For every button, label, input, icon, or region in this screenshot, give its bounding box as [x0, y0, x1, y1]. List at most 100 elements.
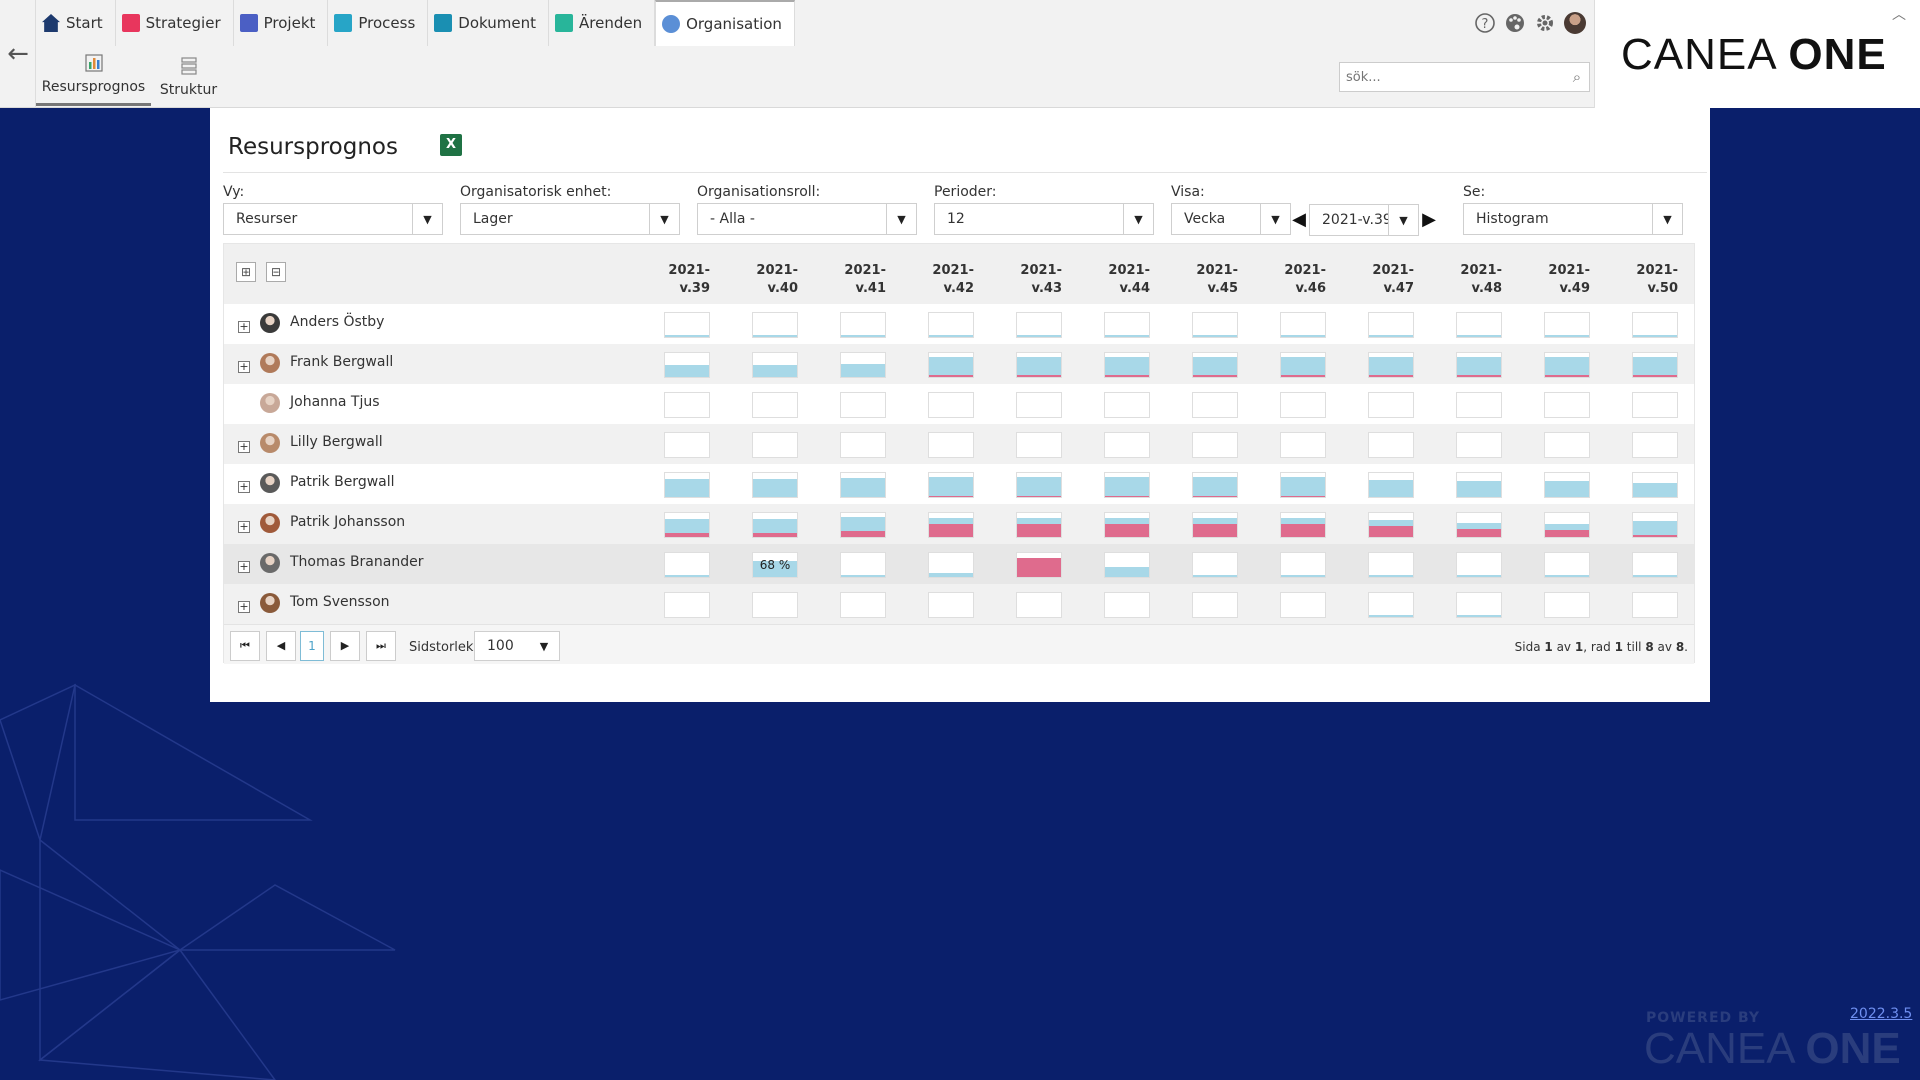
expand-row-icon[interactable]: +	[238, 521, 250, 533]
histogram-cell[interactable]	[752, 392, 798, 418]
resource-name[interactable]: Patrik Johansson	[290, 514, 405, 530]
histogram-cell[interactable]	[928, 472, 974, 498]
histogram-cell[interactable]	[1192, 512, 1238, 538]
resource-name[interactable]: Johanna Tjus	[290, 394, 380, 410]
tab-start[interactable]: Start	[36, 0, 116, 46]
resource-name[interactable]: Frank Bergwall	[290, 354, 393, 370]
last-page-button[interactable]: ⏭	[366, 631, 396, 661]
histogram-cell[interactable]	[1104, 512, 1150, 538]
histogram-cell[interactable]	[1104, 592, 1150, 618]
histogram-cell[interactable]	[1104, 552, 1150, 578]
prev-page-button[interactable]: ◀	[266, 631, 296, 661]
histogram-cell[interactable]	[840, 352, 886, 378]
histogram-cell[interactable]	[1368, 312, 1414, 338]
histogram-cell[interactable]: 68 %	[752, 552, 798, 578]
histogram-cell[interactable]	[1368, 392, 1414, 418]
histogram-cell[interactable]	[752, 352, 798, 378]
enhet-dropdown[interactable]: Lager ▼	[460, 203, 680, 235]
expand-row-icon[interactable]: +	[238, 481, 250, 493]
histogram-cell[interactable]	[1280, 552, 1326, 578]
histogram-cell[interactable]	[1544, 592, 1590, 618]
tab-organisation[interactable]: Organisation	[655, 0, 795, 46]
histogram-cell[interactable]	[1456, 592, 1502, 618]
settings-icon[interactable]	[1534, 12, 1556, 34]
histogram-cell[interactable]	[1632, 552, 1678, 578]
histogram-cell[interactable]	[1280, 432, 1326, 458]
histogram-cell[interactable]	[840, 472, 886, 498]
histogram-cell[interactable]	[1016, 592, 1062, 618]
histogram-cell[interactable]	[928, 392, 974, 418]
back-arrow-icon[interactable]: ←	[6, 40, 30, 68]
histogram-cell[interactable]	[1368, 352, 1414, 378]
resource-name[interactable]: Lilly Bergwall	[290, 434, 383, 450]
histogram-cell[interactable]	[1544, 432, 1590, 458]
histogram-cell[interactable]	[1368, 592, 1414, 618]
histogram-cell[interactable]	[1632, 472, 1678, 498]
subtab-struktur[interactable]: Struktur	[151, 46, 226, 106]
tab-arenden[interactable]: Ärenden	[549, 0, 656, 46]
histogram-cell[interactable]	[1632, 352, 1678, 378]
histogram-cell[interactable]	[1192, 552, 1238, 578]
expand-row-icon[interactable]: +	[238, 361, 250, 373]
histogram-cell[interactable]	[664, 552, 710, 578]
histogram-cell[interactable]	[1544, 472, 1590, 498]
expand-row-icon[interactable]: +	[238, 561, 250, 573]
histogram-cell[interactable]	[1192, 432, 1238, 458]
collapse-header-icon[interactable]: ︿	[1892, 4, 1906, 24]
histogram-cell[interactable]	[840, 432, 886, 458]
search-icon[interactable]: ⌕	[1565, 68, 1589, 86]
tab-process[interactable]: Process	[328, 0, 429, 46]
histogram-cell[interactable]	[1456, 512, 1502, 538]
histogram-cell[interactable]	[1104, 472, 1150, 498]
histogram-cell[interactable]	[1632, 392, 1678, 418]
resource-name[interactable]: Thomas Branander	[290, 554, 423, 570]
collapse-all-icon[interactable]: ⊟	[266, 262, 286, 282]
histogram-cell[interactable]	[1368, 432, 1414, 458]
histogram-cell[interactable]	[1632, 312, 1678, 338]
help-icon[interactable]: ?	[1474, 12, 1496, 34]
histogram-cell[interactable]	[1280, 352, 1326, 378]
histogram-cell[interactable]	[840, 312, 886, 338]
histogram-cell[interactable]	[664, 352, 710, 378]
expand-all-icon[interactable]: ⊞	[236, 262, 256, 282]
prev-period-button[interactable]: ◀	[1291, 204, 1307, 236]
histogram-cell[interactable]	[664, 472, 710, 498]
vy-dropdown[interactable]: Resurser ▼	[223, 203, 443, 235]
histogram-cell[interactable]	[1104, 392, 1150, 418]
se-dropdown[interactable]: Histogram ▼	[1463, 203, 1683, 235]
histogram-cell[interactable]	[752, 512, 798, 538]
histogram-cell[interactable]	[664, 512, 710, 538]
histogram-cell[interactable]	[1544, 312, 1590, 338]
histogram-cell[interactable]	[752, 472, 798, 498]
next-page-button[interactable]: ▶	[330, 631, 360, 661]
histogram-cell[interactable]	[840, 512, 886, 538]
histogram-cell[interactable]	[1192, 392, 1238, 418]
tab-dokument[interactable]: Dokument	[428, 0, 549, 46]
histogram-cell[interactable]	[928, 552, 974, 578]
histogram-cell[interactable]	[1456, 392, 1502, 418]
perioder-dropdown[interactable]: 12 ▼	[934, 203, 1154, 235]
histogram-cell[interactable]	[928, 352, 974, 378]
histogram-cell[interactable]	[1016, 472, 1062, 498]
histogram-cell[interactable]	[664, 592, 710, 618]
histogram-cell[interactable]	[928, 432, 974, 458]
user-avatar[interactable]	[1564, 12, 1586, 34]
histogram-cell[interactable]	[1456, 352, 1502, 378]
expand-row-icon[interactable]: +	[238, 601, 250, 613]
palette-icon[interactable]	[1504, 12, 1526, 34]
resource-name[interactable]: Patrik Bergwall	[290, 474, 395, 490]
histogram-cell[interactable]	[752, 312, 798, 338]
roll-dropdown[interactable]: - Alla - ▼	[697, 203, 917, 235]
histogram-cell[interactable]	[1016, 312, 1062, 338]
page-size-dropdown[interactable]: 100 ▼	[474, 631, 560, 661]
histogram-cell[interactable]	[1016, 392, 1062, 418]
histogram-cell[interactable]	[1016, 352, 1062, 378]
histogram-cell[interactable]	[1192, 312, 1238, 338]
histogram-cell[interactable]	[1016, 552, 1062, 578]
histogram-cell[interactable]	[1544, 392, 1590, 418]
histogram-cell[interactable]	[752, 432, 798, 458]
histogram-cell[interactable]	[1368, 472, 1414, 498]
histogram-cell[interactable]	[840, 592, 886, 618]
histogram-cell[interactable]	[1456, 432, 1502, 458]
histogram-cell[interactable]	[664, 432, 710, 458]
